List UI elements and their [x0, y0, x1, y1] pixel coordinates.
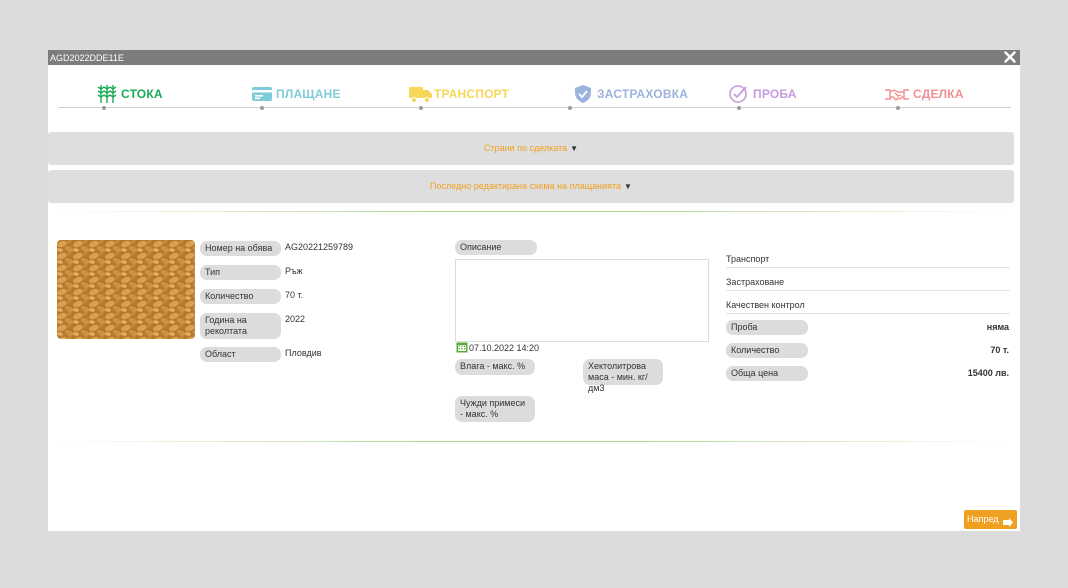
wheat-icon: [96, 84, 118, 104]
step-goods-label: СТОКА: [121, 87, 163, 101]
ad-number-label: Номер на обява: [200, 241, 281, 256]
deal-modal: AGD2022DDE11E СТОКА ПЛАЩАНЕ ТРАНСПОРТ ЗА…: [48, 50, 1020, 531]
close-icon[interactable]: [1003, 50, 1017, 65]
step-payment[interactable]: ПЛАЩАНЕ: [251, 83, 341, 110]
summary-quantity-value: 70 т.: [990, 345, 1009, 355]
hectoliter-mass-label: Хектолитрова маса - мин. кг/дм3: [583, 359, 663, 393]
content-divider: [58, 441, 1008, 442]
parties-section-toggle[interactable]: Страни по сделката ▼: [48, 132, 1014, 165]
region-value: Пловдив: [285, 348, 322, 358]
section-divider: [58, 211, 1008, 212]
payment-scheme-section-label: Последно редактирана схема на плащанията: [430, 181, 622, 191]
region-label: Област: [200, 347, 281, 362]
step-dot: [102, 106, 106, 110]
credit-card-icon: [251, 84, 273, 104]
description-label: Описание: [455, 240, 537, 255]
publish-date: 07.10.2022 14:20: [469, 343, 540, 353]
impurities-label: Чужди примеси - макс. %: [455, 396, 535, 422]
calendar-icon: [456, 341, 468, 353]
sample-label: Проба: [726, 320, 808, 335]
quantity-value: 70 т.: [285, 290, 304, 300]
truck-icon: [409, 84, 432, 104]
step-insurance-label: ЗАСТРАХОВКА: [597, 87, 689, 101]
step-sample[interactable]: ПРОБА: [728, 83, 797, 110]
sample-value: няма: [986, 322, 1009, 332]
check-circle-icon: [728, 84, 750, 104]
modal-title: AGD2022DDE11E: [50, 53, 124, 63]
insurance-heading: Застраховане: [726, 277, 1010, 291]
chevron-down-icon: ▼: [570, 144, 579, 153]
total-price-value: 15400 лв.: [967, 368, 1009, 378]
handshake-icon: [884, 84, 910, 104]
parties-section-label: Страни по сделката: [483, 143, 568, 153]
step-tracker-line: [58, 107, 1011, 108]
step-dot: [568, 106, 572, 110]
step-insurance[interactable]: ЗАСТРАХОВКА: [568, 83, 689, 110]
arrow-right-icon: [1003, 515, 1013, 527]
step-deal[interactable]: СДЕЛКА: [884, 83, 964, 110]
next-button-label: Напред: [967, 514, 999, 524]
payment-scheme-section-toggle[interactable]: Последно редактирана схема на плащанията…: [48, 170, 1014, 203]
harvest-year-label: Година на реколтата: [200, 313, 281, 339]
type-label: Тип: [200, 265, 281, 280]
modal-titlebar: AGD2022DDE11E: [48, 50, 1020, 65]
step-dot: [260, 106, 264, 110]
step-sample-label: ПРОБА: [753, 87, 797, 101]
step-transport-label: ТРАНСПОРТ: [434, 87, 510, 101]
step-dot: [737, 106, 741, 110]
quality-control-heading: Качествен контрол: [726, 300, 1010, 314]
harvest-year-value: 2022: [285, 314, 306, 324]
step-dot: [419, 106, 423, 110]
moisture-label: Влага - макс. %: [455, 359, 535, 375]
ad-number-value: AG20221259789: [285, 242, 354, 252]
summary-quantity-label: Количество: [726, 343, 808, 358]
shield-check-icon: [572, 84, 594, 104]
step-transport[interactable]: ТРАНСПОРТ: [409, 83, 510, 110]
step-deal-label: СДЕЛКА: [913, 87, 964, 101]
wheat-grain-photo: [57, 240, 195, 339]
next-button[interactable]: Напред: [964, 510, 1017, 529]
step-payment-label: ПЛАЩАНЕ: [276, 87, 341, 101]
total-price-label: Обща цена: [726, 366, 808, 381]
quantity-label: Количество: [200, 289, 281, 304]
chevron-down-icon: ▼: [624, 182, 632, 191]
type-value: Ръж: [285, 266, 303, 276]
step-goods[interactable]: СТОКА: [96, 83, 163, 110]
step-tracker: СТОКА ПЛАЩАНЕ ТРАНСПОРТ ЗАСТРАХОВКА ПРОБ…: [48, 66, 1020, 126]
step-dot: [896, 106, 900, 110]
description-box: [455, 259, 709, 342]
transport-heading: Транспорт: [726, 254, 1010, 268]
